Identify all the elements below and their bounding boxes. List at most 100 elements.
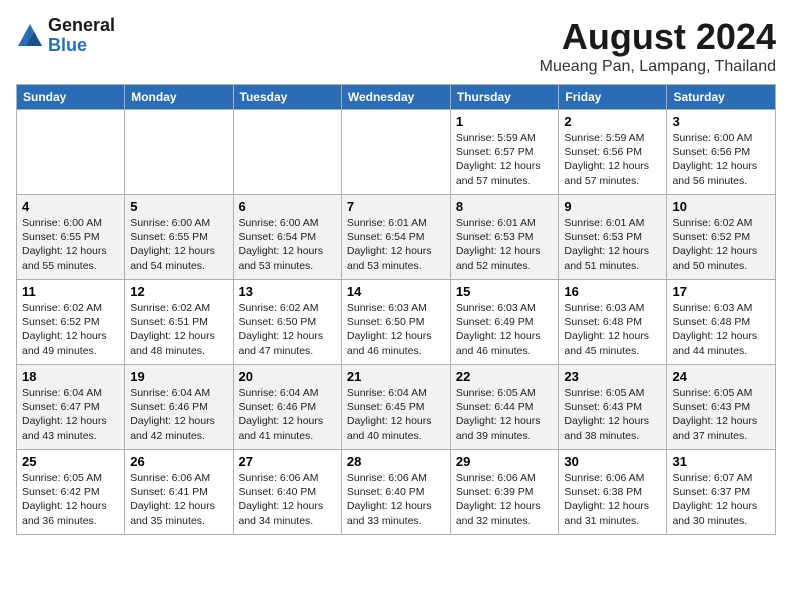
day-content: Sunrise: 5:59 AM Sunset: 6:56 PM Dayligh… bbox=[564, 131, 661, 188]
day-number: 9 bbox=[564, 199, 661, 214]
day-content: Sunrise: 6:00 AM Sunset: 6:55 PM Dayligh… bbox=[22, 216, 119, 273]
header-cell-wednesday: Wednesday bbox=[341, 85, 450, 110]
day-number: 22 bbox=[456, 369, 554, 384]
day-content: Sunrise: 6:01 AM Sunset: 6:53 PM Dayligh… bbox=[456, 216, 554, 273]
day-cell: 19 Sunrise: 6:04 AM Sunset: 6:46 PM Dayli… bbox=[125, 365, 233, 450]
header-cell-friday: Friday bbox=[559, 85, 667, 110]
day-content: Sunrise: 6:01 AM Sunset: 6:53 PM Dayligh… bbox=[564, 216, 661, 273]
day-cell: 27 Sunrise: 6:06 AM Sunset: 6:40 PM Dayli… bbox=[233, 450, 341, 535]
day-cell: 9 Sunrise: 6:01 AM Sunset: 6:53 PM Daylig… bbox=[559, 195, 667, 280]
day-content: Sunrise: 6:02 AM Sunset: 6:50 PM Dayligh… bbox=[239, 301, 336, 358]
day-content: Sunrise: 6:02 AM Sunset: 6:51 PM Dayligh… bbox=[130, 301, 227, 358]
day-number: 17 bbox=[672, 284, 770, 299]
calendar-table: SundayMondayTuesdayWednesdayThursdayFrid… bbox=[16, 84, 776, 535]
day-cell bbox=[341, 110, 450, 195]
day-content: Sunrise: 6:04 AM Sunset: 6:46 PM Dayligh… bbox=[239, 386, 336, 443]
logo-line1: General bbox=[48, 16, 115, 36]
day-number: 19 bbox=[130, 369, 227, 384]
day-cell: 24 Sunrise: 6:05 AM Sunset: 6:43 PM Dayli… bbox=[667, 365, 776, 450]
day-content: Sunrise: 6:06 AM Sunset: 6:38 PM Dayligh… bbox=[564, 471, 661, 528]
day-cell: 10 Sunrise: 6:02 AM Sunset: 6:52 PM Dayli… bbox=[667, 195, 776, 280]
day-content: Sunrise: 6:05 AM Sunset: 6:44 PM Dayligh… bbox=[456, 386, 554, 443]
day-cell: 6 Sunrise: 6:00 AM Sunset: 6:54 PM Daylig… bbox=[233, 195, 341, 280]
day-content: Sunrise: 6:07 AM Sunset: 6:37 PM Dayligh… bbox=[672, 471, 770, 528]
day-content: Sunrise: 6:06 AM Sunset: 6:39 PM Dayligh… bbox=[456, 471, 554, 528]
day-content: Sunrise: 6:03 AM Sunset: 6:50 PM Dayligh… bbox=[347, 301, 445, 358]
day-cell: 3Sunrise: 6:00 AM Sunset: 6:56 PM Daylig… bbox=[667, 110, 776, 195]
day-cell: 30 Sunrise: 6:06 AM Sunset: 6:38 PM Dayli… bbox=[559, 450, 667, 535]
day-number: 18 bbox=[22, 369, 119, 384]
week-row-3: 11Sunrise: 6:02 AM Sunset: 6:52 PM Dayli… bbox=[17, 280, 776, 365]
page-header: General Blue August 2024 Mueang Pan, Lam… bbox=[16, 16, 776, 76]
day-content: Sunrise: 6:06 AM Sunset: 6:40 PM Dayligh… bbox=[347, 471, 445, 528]
day-content: Sunrise: 6:00 AM Sunset: 6:54 PM Dayligh… bbox=[239, 216, 336, 273]
logo-line2: Blue bbox=[48, 36, 115, 56]
day-content: Sunrise: 6:05 AM Sunset: 6:42 PM Dayligh… bbox=[22, 471, 119, 528]
day-number: 23 bbox=[564, 369, 661, 384]
header-cell-tuesday: Tuesday bbox=[233, 85, 341, 110]
day-content: Sunrise: 6:02 AM Sunset: 6:52 PM Dayligh… bbox=[672, 216, 770, 273]
day-number: 25 bbox=[22, 454, 119, 469]
day-number: 1 bbox=[456, 114, 554, 129]
day-number: 10 bbox=[672, 199, 770, 214]
day-content: Sunrise: 6:00 AM Sunset: 6:55 PM Dayligh… bbox=[130, 216, 227, 273]
day-cell: 26Sunrise: 6:06 AM Sunset: 6:41 PM Dayli… bbox=[125, 450, 233, 535]
header-cell-saturday: Saturday bbox=[667, 85, 776, 110]
day-content: Sunrise: 6:03 AM Sunset: 6:48 PM Dayligh… bbox=[564, 301, 661, 358]
day-number: 21 bbox=[347, 369, 445, 384]
day-cell: 12Sunrise: 6:02 AM Sunset: 6:51 PM Dayli… bbox=[125, 280, 233, 365]
day-cell: 31 Sunrise: 6:07 AM Sunset: 6:37 PM Dayli… bbox=[667, 450, 776, 535]
day-cell: 18Sunrise: 6:04 AM Sunset: 6:47 PM Dayli… bbox=[17, 365, 125, 450]
day-content: Sunrise: 6:05 AM Sunset: 6:43 PM Dayligh… bbox=[672, 386, 770, 443]
day-number: 31 bbox=[672, 454, 770, 469]
day-content: Sunrise: 6:03 AM Sunset: 6:48 PM Dayligh… bbox=[672, 301, 770, 358]
day-cell: 23Sunrise: 6:05 AM Sunset: 6:43 PM Dayli… bbox=[559, 365, 667, 450]
header-cell-monday: Monday bbox=[125, 85, 233, 110]
day-content: Sunrise: 6:06 AM Sunset: 6:41 PM Dayligh… bbox=[130, 471, 227, 528]
day-cell: 20Sunrise: 6:04 AM Sunset: 6:46 PM Dayli… bbox=[233, 365, 341, 450]
day-number: 16 bbox=[564, 284, 661, 299]
day-number: 13 bbox=[239, 284, 336, 299]
logo: General Blue bbox=[16, 16, 115, 56]
day-number: 2 bbox=[564, 114, 661, 129]
day-number: 14 bbox=[347, 284, 445, 299]
week-row-2: 4 Sunrise: 6:00 AM Sunset: 6:55 PM Daylig… bbox=[17, 195, 776, 280]
logo-text: General Blue bbox=[48, 16, 115, 56]
day-number: 24 bbox=[672, 369, 770, 384]
day-content: Sunrise: 6:04 AM Sunset: 6:46 PM Dayligh… bbox=[130, 386, 227, 443]
day-cell: 1 Sunrise: 5:59 AM Sunset: 6:57 PM Daylig… bbox=[450, 110, 559, 195]
day-cell: 29 Sunrise: 6:06 AM Sunset: 6:39 PM Dayli… bbox=[450, 450, 559, 535]
week-row-5: 25 Sunrise: 6:05 AM Sunset: 6:42 PM Dayli… bbox=[17, 450, 776, 535]
day-cell: 21 Sunrise: 6:04 AM Sunset: 6:45 PM Dayli… bbox=[341, 365, 450, 450]
header-cell-thursday: Thursday bbox=[450, 85, 559, 110]
day-cell: 25 Sunrise: 6:05 AM Sunset: 6:42 PM Dayli… bbox=[17, 450, 125, 535]
day-number: 30 bbox=[564, 454, 661, 469]
day-content: Sunrise: 6:03 AM Sunset: 6:49 PM Dayligh… bbox=[456, 301, 554, 358]
logo-icon bbox=[16, 22, 44, 50]
day-content: Sunrise: 6:04 AM Sunset: 6:45 PM Dayligh… bbox=[347, 386, 445, 443]
title-block: August 2024 Mueang Pan, Lampang, Thailan… bbox=[540, 16, 776, 76]
day-cell: 14 Sunrise: 6:03 AM Sunset: 6:50 PM Dayli… bbox=[341, 280, 450, 365]
day-content: Sunrise: 6:06 AM Sunset: 6:40 PM Dayligh… bbox=[239, 471, 336, 528]
location: Mueang Pan, Lampang, Thailand bbox=[540, 58, 776, 76]
day-number: 7 bbox=[347, 199, 445, 214]
day-cell: 16 Sunrise: 6:03 AM Sunset: 6:48 PM Dayli… bbox=[559, 280, 667, 365]
day-cell: 15 Sunrise: 6:03 AM Sunset: 6:49 PM Dayli… bbox=[450, 280, 559, 365]
day-content: Sunrise: 6:02 AM Sunset: 6:52 PM Dayligh… bbox=[22, 301, 119, 358]
day-number: 29 bbox=[456, 454, 554, 469]
day-number: 27 bbox=[239, 454, 336, 469]
day-cell: 4 Sunrise: 6:00 AM Sunset: 6:55 PM Daylig… bbox=[17, 195, 125, 280]
day-number: 4 bbox=[22, 199, 119, 214]
day-number: 6 bbox=[239, 199, 336, 214]
day-content: Sunrise: 5:59 AM Sunset: 6:57 PM Dayligh… bbox=[456, 131, 554, 188]
day-number: 5 bbox=[130, 199, 227, 214]
day-cell: 5 Sunrise: 6:00 AM Sunset: 6:55 PM Daylig… bbox=[125, 195, 233, 280]
month-title: August 2024 bbox=[540, 16, 776, 58]
day-cell bbox=[17, 110, 125, 195]
day-number: 15 bbox=[456, 284, 554, 299]
header-cell-sunday: Sunday bbox=[17, 85, 125, 110]
day-cell: 22 Sunrise: 6:05 AM Sunset: 6:44 PM Dayli… bbox=[450, 365, 559, 450]
day-cell: 7Sunrise: 6:01 AM Sunset: 6:54 PM Daylig… bbox=[341, 195, 450, 280]
day-cell: 28Sunrise: 6:06 AM Sunset: 6:40 PM Dayli… bbox=[341, 450, 450, 535]
day-cell: 13 Sunrise: 6:02 AM Sunset: 6:50 PM Dayli… bbox=[233, 280, 341, 365]
